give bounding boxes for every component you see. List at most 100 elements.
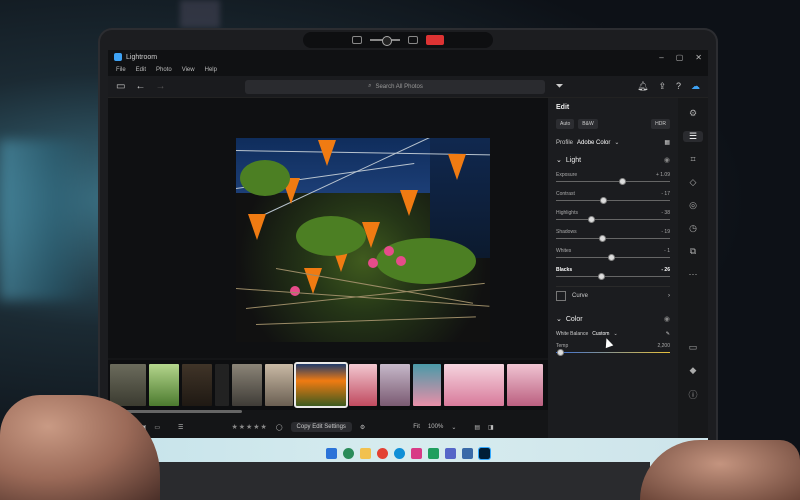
profile-select[interactable]: Adobe Color	[577, 140, 610, 146]
rating-stars[interactable]: ★★★★★	[231, 423, 267, 431]
presets-icon[interactable]: ⧉	[690, 246, 696, 257]
webcam-slider-icon[interactable]	[370, 36, 400, 46]
store-icon[interactable]	[411, 447, 422, 459]
zoom-select[interactable]: 100%	[428, 424, 443, 430]
camera-off-icon[interactable]	[352, 36, 362, 44]
curve-row[interactable]: Curve ›	[556, 286, 670, 305]
copilot-icon[interactable]	[343, 447, 354, 459]
filmstrip-thumbnail[interactable]	[110, 364, 146, 406]
slider-value[interactable]: - 1	[664, 248, 670, 254]
eyedropper-icon[interactable]: ✎	[666, 331, 670, 337]
slider-track[interactable]	[556, 273, 670, 280]
app-icon[interactable]	[445, 447, 456, 459]
white-balance-select[interactable]: Custom	[592, 331, 609, 337]
forward-arrow-icon[interactable]: →	[155, 81, 165, 92]
record-icon[interactable]	[426, 35, 444, 45]
back-arrow-icon[interactable]: ←	[135, 81, 145, 92]
minimize-button[interactable]: –	[659, 53, 663, 62]
auto-button[interactable]: Auto	[556, 119, 575, 129]
hdr-button[interactable]: HDR	[651, 119, 670, 129]
visibility-eye-icon[interactable]: ◉	[664, 315, 670, 323]
help-icon[interactable]: ?	[676, 81, 681, 92]
compare-view-icon[interactable]: ▤	[474, 424, 480, 431]
slider-value[interactable]: - 19	[661, 229, 670, 235]
visibility-eye-icon[interactable]: ◉	[664, 156, 670, 164]
mask-icon[interactable]: ◎	[689, 200, 697, 211]
sort-icon[interactable]: ☰	[178, 424, 183, 431]
filmstrip-thumbnail[interactable]	[215, 364, 229, 406]
filter-icon[interactable]: ⏷	[555, 81, 563, 92]
slider-track[interactable]	[556, 178, 670, 185]
menu-help[interactable]: Help	[205, 67, 217, 73]
app-icon[interactable]	[462, 447, 473, 459]
search-input[interactable]: ⌕ Search All Photos	[245, 79, 546, 94]
highlights-slider[interactable]: Highlights - 38	[556, 210, 670, 223]
filmstrip-thumbnail[interactable]	[444, 364, 504, 406]
slider-track[interactable]	[556, 235, 670, 242]
menu-photo[interactable]: Photo	[156, 67, 172, 73]
temp-track[interactable]	[556, 349, 670, 356]
slider-value[interactable]: - 26	[661, 267, 670, 273]
slider-track[interactable]	[556, 254, 670, 261]
filmstrip-thumbnail[interactable]	[507, 364, 543, 406]
flag-icon[interactable]: ◯	[276, 424, 283, 431]
chevron-down-icon[interactable]: ⌄	[614, 139, 619, 146]
slider-track[interactable]	[556, 197, 670, 204]
file-explorer-icon[interactable]	[360, 447, 371, 459]
fit-label[interactable]: Fit	[413, 424, 420, 430]
whites-slider[interactable]: Whites - 1	[556, 248, 670, 261]
info-icon[interactable]: ⓘ	[688, 388, 697, 401]
chrome-icon[interactable]	[377, 447, 388, 459]
slider-knob[interactable]	[599, 235, 607, 242]
chevron-down-icon[interactable]: ⌄	[613, 331, 617, 337]
slider-knob[interactable]	[600, 197, 608, 204]
camera-icon[interactable]	[408, 36, 418, 44]
main-photo[interactable]	[236, 138, 490, 342]
bw-button[interactable]: B&W	[578, 119, 598, 129]
slider-knob[interactable]	[587, 216, 595, 223]
shadows-slider[interactable]: Shadows - 19	[556, 229, 670, 242]
cloud-sync-icon[interactable]: ☁	[691, 81, 700, 92]
filmstrip-thumbnail[interactable]	[349, 364, 377, 406]
filmstrip-thumbnail[interactable]	[232, 364, 262, 406]
eraser-icon[interactable]: ◇	[690, 177, 697, 188]
notification-bell-icon[interactable]: 🔔︎	[637, 81, 648, 92]
more-icon[interactable]: ⋯	[689, 269, 698, 280]
filmstrip-view-icon[interactable]: ▭	[154, 424, 160, 431]
temp-knob[interactable]	[557, 349, 565, 356]
crop-icon[interactable]: ⌗	[690, 154, 695, 165]
menu-file[interactable]: File	[116, 67, 126, 73]
menu-view[interactable]: View	[182, 67, 195, 73]
settings-gear-icon[interactable]: ⚙	[360, 424, 365, 431]
slider-knob[interactable]	[618, 178, 626, 185]
filmstrip-scrollbar[interactable]	[122, 410, 242, 413]
blacks-slider[interactable]: Blacks - 26	[556, 267, 670, 280]
filmstrip-thumbnail[interactable]	[380, 364, 410, 406]
profile-browser-icon[interactable]: ▦	[664, 139, 670, 146]
comment-icon[interactable]: ▭	[689, 342, 698, 353]
filmstrip-thumbnail[interactable]	[265, 364, 293, 406]
share-icon[interactable]: ⇪	[658, 81, 666, 92]
filmstrip-thumbnail-selected[interactable]	[294, 362, 348, 408]
light-section-header[interactable]: ⌄ Light ◉	[556, 156, 670, 165]
windows-start-icon[interactable]	[326, 447, 337, 459]
filmstrip-thumbnail[interactable]	[413, 364, 441, 406]
slider-knob[interactable]	[608, 254, 616, 261]
close-button[interactable]: ✕	[695, 53, 702, 62]
before-after-icon[interactable]: ◨	[488, 424, 494, 431]
temp-value[interactable]: 2,200	[657, 343, 670, 349]
slider-knob[interactable]	[598, 273, 606, 280]
tag-icon[interactable]: ◆	[690, 365, 697, 376]
slider-value[interactable]: + 1.09	[656, 172, 670, 178]
contrast-slider[interactable]: Contrast - 17	[556, 191, 670, 204]
edge-icon[interactable]	[394, 447, 405, 459]
panel-toggle-icon[interactable]: ▭	[116, 81, 125, 92]
lightroom-taskbar-icon[interactable]	[478, 446, 491, 460]
exposure-slider[interactable]: Exposure + 1.09	[556, 172, 670, 185]
menu-edit[interactable]: Edit	[136, 67, 146, 73]
filmstrip-thumbnail[interactable]	[182, 364, 212, 406]
slider-value[interactable]: - 17	[661, 191, 670, 197]
sliders-icon[interactable]: ☰	[683, 131, 703, 142]
app-icon[interactable]	[428, 447, 439, 459]
filmstrip-thumbnail[interactable]	[149, 364, 179, 406]
